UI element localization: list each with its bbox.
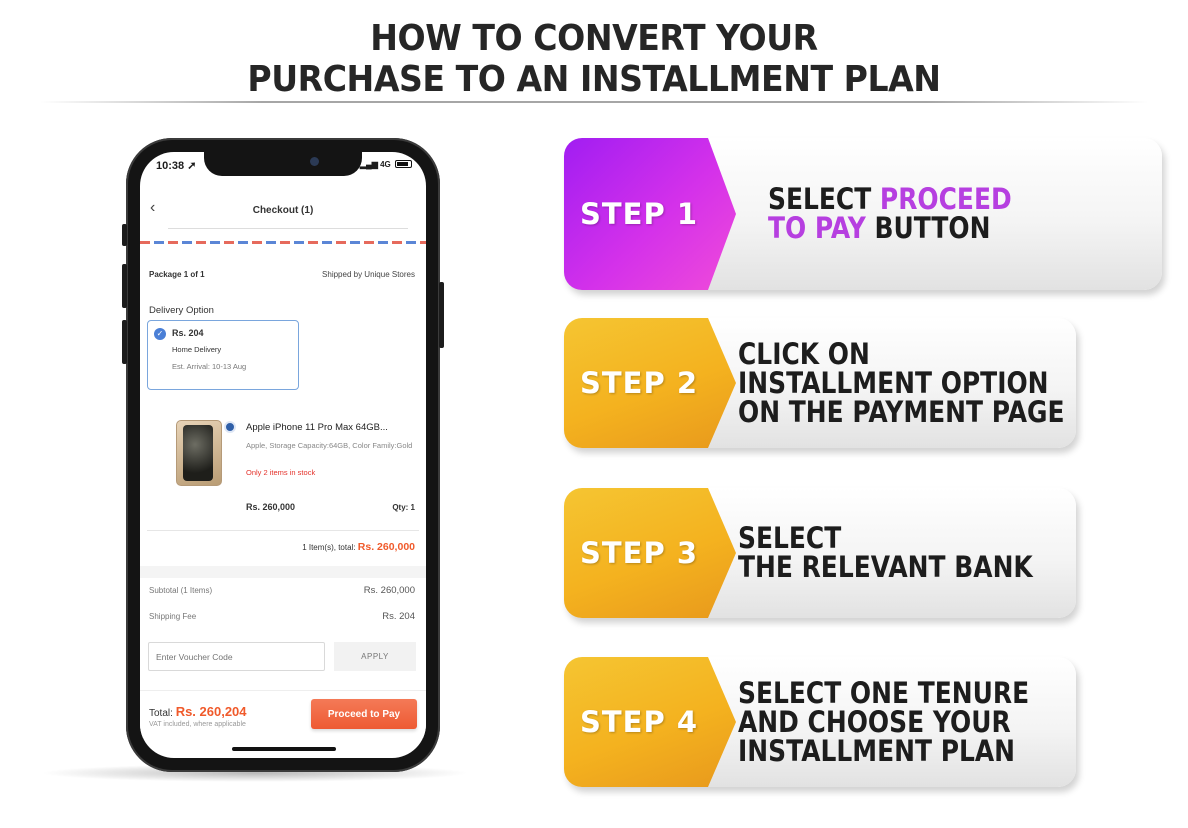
page-title: HOW TO CONVERT YOUR PURCHASE TO AN INSTA… bbox=[48, 18, 1141, 100]
step-1-label: STEP 1 bbox=[579, 197, 698, 231]
product-image[interactable] bbox=[176, 420, 222, 486]
shipping-fee-label: Shipping Fee bbox=[149, 612, 197, 621]
delivery-option-card[interactable]: ✓ Rs. 204 Home Delivery Est. Arrival: 10… bbox=[147, 320, 299, 390]
shipping-fee-value: Rs. 204 bbox=[382, 611, 415, 622]
phone-screen: 10:38 ➚ ▂▄▆ 4G ‹ Checkout (1) Package 1 … bbox=[140, 152, 426, 758]
check-icon: ✓ bbox=[154, 328, 166, 340]
location-arrow-icon: ➚ bbox=[187, 160, 197, 172]
volume-down-button bbox=[122, 320, 127, 364]
battery-icon bbox=[395, 160, 412, 168]
voucher-code-input[interactable] bbox=[148, 642, 325, 671]
product-spec: Apple, Storage Capacity:64GB, Color Fami… bbox=[246, 441, 413, 450]
step-4-text: SELECT ONE TENURE AND CHOOSE YOUR INSTAL… bbox=[738, 657, 1029, 787]
signal-icon: ▂▄▆ bbox=[359, 160, 378, 169]
title-line-2: PURCHASE TO AN INSTALLMENT PLAN bbox=[247, 59, 941, 100]
package-label: Package 1 of 1 bbox=[149, 270, 205, 279]
vat-note: VAT included, where applicable bbox=[149, 721, 246, 728]
section-separator bbox=[140, 566, 426, 578]
status-time: 10:38 ➚ bbox=[156, 160, 197, 172]
shipped-by-label: Shipped by Unique Stores bbox=[322, 270, 415, 279]
network-label: 4G bbox=[380, 160, 391, 169]
step-4-card: STEP 4 SELECT ONE TENURE AND CHOOSE YOUR… bbox=[564, 657, 1076, 787]
item-divider bbox=[147, 530, 419, 531]
product-name[interactable]: Apple iPhone 11 Pro Max 64GB... bbox=[246, 422, 388, 433]
camera-icon bbox=[310, 157, 319, 166]
items-total-value: Rs. 260,000 bbox=[357, 541, 415, 553]
step-2-tab: STEP 2 bbox=[564, 318, 736, 448]
step-2-card: STEP 2 CLICK ON INSTALLMENT OPTION ON TH… bbox=[564, 318, 1076, 448]
product-price: Rs. 260,000 bbox=[246, 502, 296, 512]
product-quantity: Qty: 1 bbox=[392, 503, 415, 512]
checkout-footer: Total: Rs. 260,204 VAT included, where a… bbox=[140, 690, 426, 738]
checkout-nav-bar: ‹ Checkout (1) bbox=[140, 192, 426, 229]
step-3-tab: STEP 3 bbox=[564, 488, 736, 618]
step-3-line-1: SELECT bbox=[738, 521, 842, 555]
step-4-tab: STEP 4 bbox=[564, 657, 736, 787]
step-1-line-2b: BUTTON bbox=[865, 211, 991, 245]
step-4-line-2: AND CHOOSE YOUR bbox=[738, 704, 1011, 739]
apply-voucher-button[interactable]: APPLY bbox=[334, 642, 416, 671]
step-4-line-1: SELECT ONE TENURE bbox=[738, 675, 1030, 710]
step-3-line-2: THE RELEVANT BANK bbox=[738, 550, 1033, 584]
airmail-stripe bbox=[140, 241, 426, 244]
step-1-line-2a: TO PAY bbox=[768, 211, 866, 245]
step-2-line-1: CLICK ON bbox=[738, 336, 870, 371]
delivery-eta: Est. Arrival: 10-13 Aug bbox=[172, 362, 247, 371]
step-1-card: STEP 1 SELECT PROCEED TO PAY BUTTON bbox=[564, 138, 1162, 290]
subtotal-label: Subtotal (1 Items) bbox=[149, 586, 213, 595]
home-indicator bbox=[232, 747, 336, 751]
total-value: Rs. 260,204 bbox=[175, 704, 247, 719]
step-2-label: STEP 2 bbox=[579, 366, 698, 400]
stock-warning: Only 2 items in stock bbox=[246, 468, 316, 477]
seller-badge-icon bbox=[224, 421, 236, 433]
step-1-text: SELECT PROCEED TO PAY BUTTON bbox=[768, 138, 1012, 290]
total-line: Total: Rs. 260,204 bbox=[149, 704, 247, 719]
status-indicators: ▂▄▆ 4G bbox=[360, 160, 412, 169]
delivery-type: Home Delivery bbox=[172, 345, 222, 354]
delivery-price: Rs. 204 bbox=[172, 328, 204, 338]
title-line-1: HOW TO CONVERT YOUR bbox=[370, 18, 818, 59]
nav-divider bbox=[168, 228, 408, 229]
subtotal-value: Rs. 260,000 bbox=[363, 585, 415, 596]
step-3-card: STEP 3 SELECT THE RELEVANT BANK bbox=[564, 488, 1076, 618]
step-3-text: SELECT THE RELEVANT BANK bbox=[738, 488, 1033, 618]
mute-switch bbox=[122, 224, 127, 246]
step-4-label: STEP 4 bbox=[579, 705, 698, 739]
step-1-tab: STEP 1 bbox=[564, 138, 736, 290]
proceed-to-pay-button[interactable]: Proceed to Pay bbox=[311, 699, 417, 729]
step-3-label: STEP 3 bbox=[579, 536, 698, 570]
power-button bbox=[439, 282, 444, 348]
step-2-line-3: ON THE PAYMENT PAGE bbox=[738, 394, 1065, 429]
delivery-option-label: Delivery Option bbox=[149, 305, 214, 316]
checkout-title: Checkout (1) bbox=[252, 205, 314, 216]
notch bbox=[204, 152, 362, 176]
step-2-text: CLICK ON INSTALLMENT OPTION ON THE PAYME… bbox=[738, 318, 1065, 448]
items-total: 1 Item(s), total: Rs. 260,000 bbox=[302, 541, 415, 553]
step-4-line-3: INSTALLMENT PLAN bbox=[738, 733, 1016, 768]
volume-up-button bbox=[122, 264, 127, 308]
step-2-line-2: INSTALLMENT OPTION bbox=[738, 365, 1049, 400]
title-divider bbox=[40, 101, 1148, 103]
phone-mockup: 10:38 ➚ ▂▄▆ 4G ‹ Checkout (1) Package 1 … bbox=[122, 138, 444, 772]
